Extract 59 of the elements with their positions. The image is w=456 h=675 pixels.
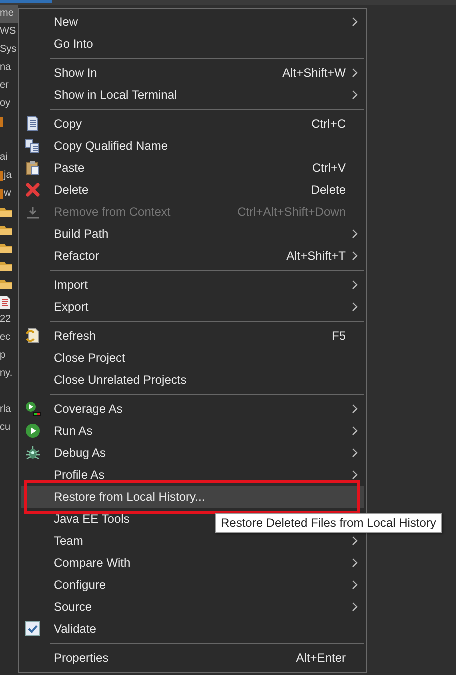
tree-item-text[interactable]: p <box>0 350 6 362</box>
tooltip: Restore Deleted Files from Local History <box>215 513 442 533</box>
menu-item[interactable]: Build Path <box>21 223 364 245</box>
folder-icon <box>0 278 12 290</box>
coverage-icon <box>25 401 41 417</box>
folder-icon <box>0 224 12 236</box>
menu-item[interactable]: Import <box>21 274 364 296</box>
file-icon <box>0 296 10 308</box>
folder-icon <box>0 260 12 272</box>
tree-item-text[interactable]: WS <box>0 26 16 38</box>
menu-item[interactable]: Validate <box>21 618 364 640</box>
menu-item[interactable]: Show in Local Terminal <box>21 84 364 106</box>
run-icon <box>25 423 41 439</box>
menu-item[interactable]: Debug As <box>21 442 364 464</box>
menu-item[interactable]: New <box>21 11 364 33</box>
tree-item-text[interactable]: me <box>0 8 14 20</box>
menu-item[interactable]: Team <box>21 530 364 552</box>
tree-item-text[interactable]: na <box>0 62 12 74</box>
copy-icon <box>25 138 41 154</box>
tree-item-text[interactable]: ny. <box>0 368 13 380</box>
down-arrow-icon <box>25 204 41 220</box>
tree-item-text[interactable]: ai <box>0 152 8 164</box>
menu-item[interactable]: Properties Alt+Enter <box>21 647 364 669</box>
tree-item-text[interactable]: cu <box>0 422 11 434</box>
menu-item[interactable]: Configure <box>21 574 364 596</box>
menu-item[interactable]: Restore from Local History... <box>21 486 364 508</box>
menu-item[interactable]: Coverage As <box>21 398 364 420</box>
active-tab-indicator <box>0 0 52 3</box>
menu-item[interactable]: Copy Ctrl+C <box>21 113 364 135</box>
tree-item-text[interactable]: ja <box>4 170 12 182</box>
menu-item[interactable]: Export <box>21 296 364 318</box>
folder-icon <box>0 242 12 254</box>
tree-item-text[interactable]: er <box>0 80 9 92</box>
refresh-icon <box>25 328 41 344</box>
copy-icon <box>25 116 41 132</box>
tree-item-text[interactable]: Sys <box>0 44 17 56</box>
paste-icon <box>25 160 41 176</box>
menu-item[interactable]: Copy Qualified Name <box>21 135 364 157</box>
menu-item[interactable]: Show In Alt+Shift+W <box>21 62 364 84</box>
menu-item[interactable]: Close Project <box>21 347 364 369</box>
selected-row[interactable]: me <box>0 5 18 23</box>
menu-item[interactable]: Compare With <box>21 552 364 574</box>
menu-item[interactable]: Refresh F5 <box>21 325 364 347</box>
menu-item[interactable]: Paste Ctrl+V <box>21 157 364 179</box>
menu-item[interactable]: Source <box>21 596 364 618</box>
menu-item[interactable]: Close Unrelated Projects <box>21 369 364 391</box>
tree-item-text[interactable]: oy <box>0 98 11 110</box>
delete-icon <box>25 182 41 198</box>
tree-item-text[interactable]: 22 <box>0 314 12 326</box>
menu-item[interactable]: Refactor Alt+Shift+T <box>21 245 364 267</box>
tree-item-text[interactable]: ec <box>0 332 11 344</box>
menu-item[interactable]: Delete Delete <box>21 179 364 201</box>
tree-item-text[interactable]: w <box>4 188 12 200</box>
folder-icon <box>0 206 12 218</box>
bug-icon <box>25 445 41 461</box>
menu-item[interactable]: Run As <box>21 420 364 442</box>
tree-item-text[interactable]: rla <box>0 404 12 416</box>
menu-item[interactable]: Go Into <box>21 33 364 55</box>
menu-item[interactable]: Profile As <box>21 464 364 486</box>
